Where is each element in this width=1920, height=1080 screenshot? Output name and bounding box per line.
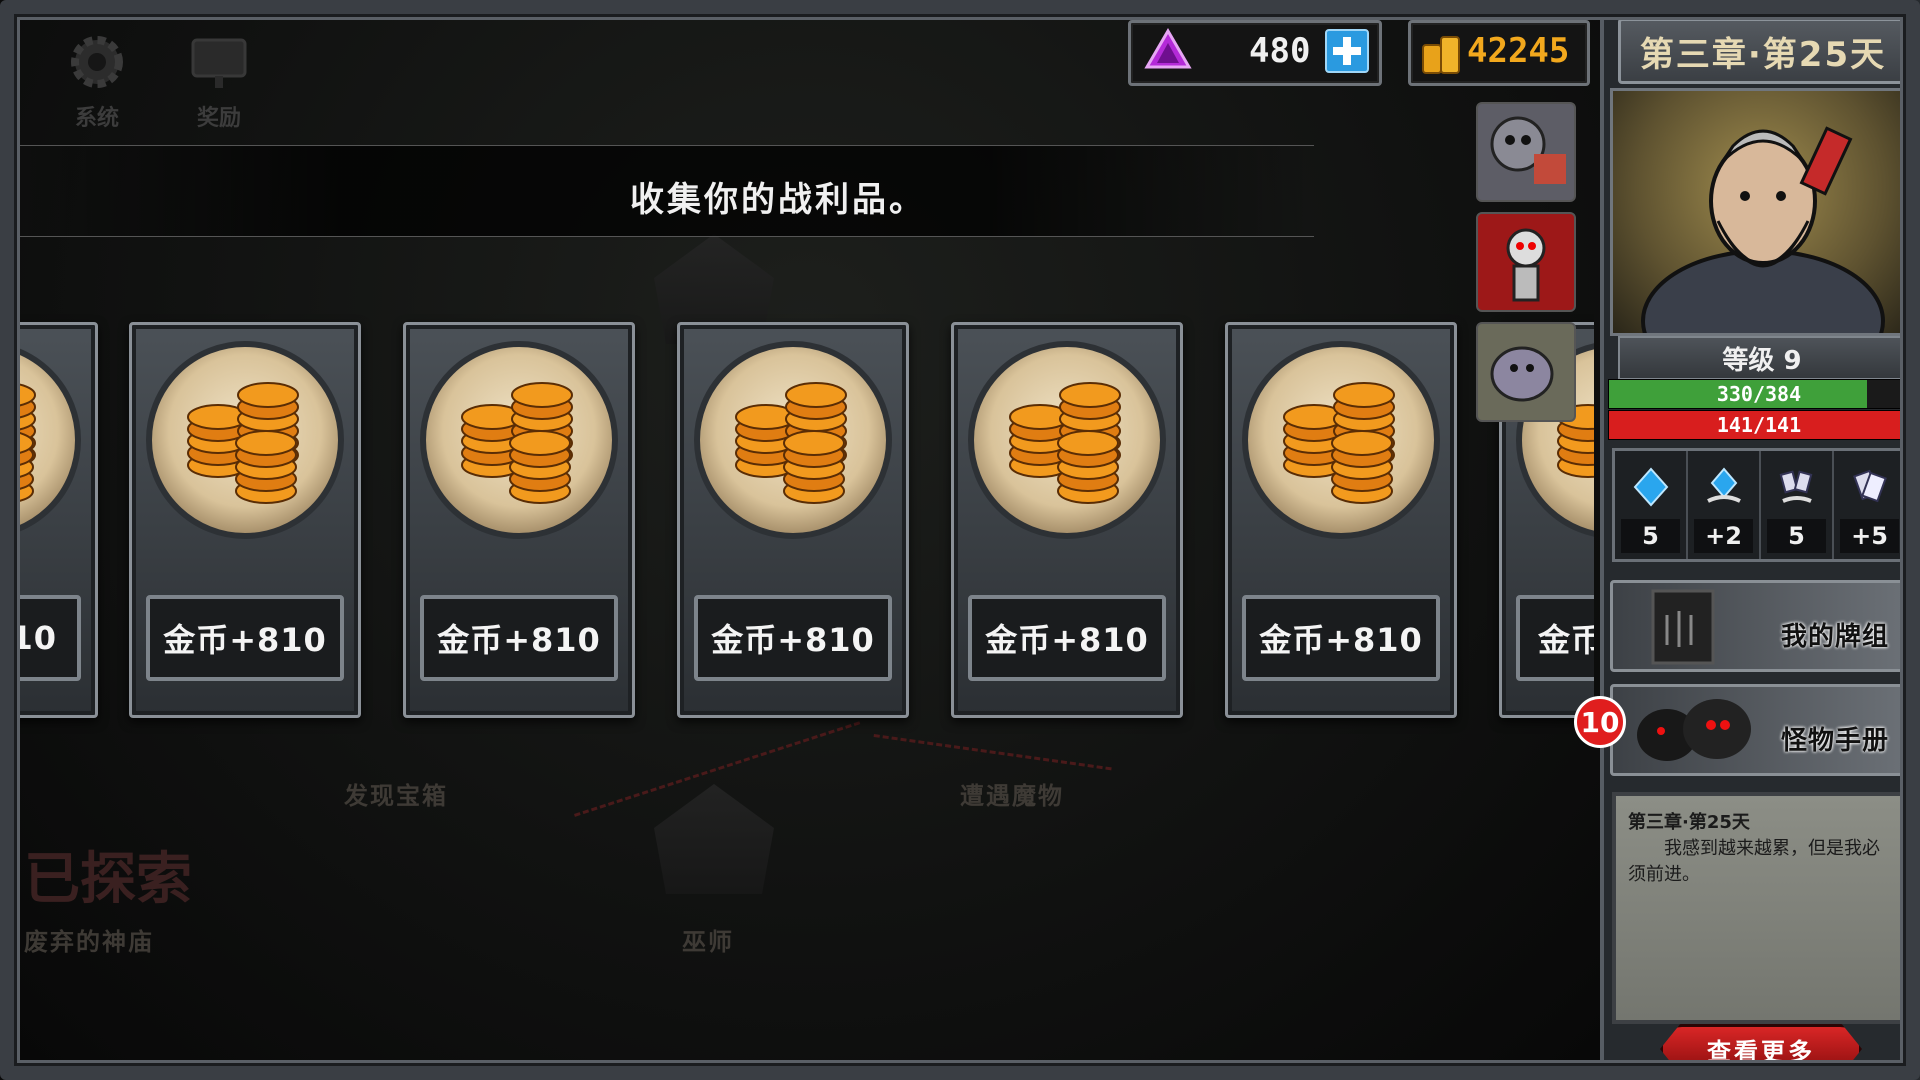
loot-card-label: 金币+810 (694, 595, 892, 681)
coin-stack-icon (187, 382, 299, 504)
hero-level: 等级 9 (1618, 336, 1906, 380)
loot-card-label: 金币+810 (420, 595, 618, 681)
coin-stack-icon (14, 382, 36, 504)
journal-text: 我感到越来越累，但是我必须前进。 (1628, 838, 1880, 885)
stat-card-draw[interactable]: +5 (1834, 451, 1905, 559)
journal-panel: 第三章·第25天 我感到越来越累，但是我必须前进。 (1612, 792, 1908, 1024)
xp-bar: 330/384 (1608, 379, 1910, 409)
xp-text: 330/384 (1716, 382, 1802, 406)
loot-card-label: 金币+810 (146, 595, 344, 681)
stat-energy[interactable]: 5 (1615, 451, 1688, 559)
gold-medal-icon (968, 341, 1166, 539)
hp-bar: 141/141 (1608, 410, 1910, 440)
warrior-portrait-icon (1641, 126, 1885, 333)
red-demon-icon (1506, 228, 1546, 302)
hp-text: 141/141 (1716, 413, 1802, 437)
loot-card-label: 10 (14, 595, 81, 681)
stat-value: +5 (1840, 519, 1899, 553)
blue-diamond-icon (1633, 467, 1668, 507)
enemy-portrait-2[interactable] (1476, 212, 1576, 312)
ghoul-icon (1490, 346, 1554, 402)
hand-cards-icon (1779, 470, 1812, 503)
stat-value: 5 (1767, 519, 1826, 553)
loot-card[interactable]: 金币+810 (129, 322, 361, 718)
stat-value: +2 (1694, 519, 1753, 553)
enemy-portrait-1[interactable] (1476, 102, 1576, 202)
coin-stack-icon (461, 382, 573, 504)
gold-medal-icon (420, 341, 618, 539)
loot-cards: 10 金币+810 金币+810 金币+810 金币+810 金币+810 金币 (14, 0, 1594, 1080)
monster-count-badge: 10 (1574, 696, 1626, 748)
my-deck-label: 我的牌组 (1780, 622, 1889, 652)
chapter-title: 第三章·第25天 (1618, 18, 1908, 84)
loot-card[interactable]: 金币+810 (403, 322, 635, 718)
skull-creature-icon (1490, 116, 1566, 184)
loot-card-label: 金币+810 (1242, 595, 1440, 681)
hero-portrait[interactable] (1610, 88, 1910, 336)
stat-grid: 5 +2 5 +5 (1612, 448, 1908, 562)
stat-energy-regen[interactable]: +2 (1688, 451, 1761, 559)
loot-card[interactable]: 金币+810 (677, 322, 909, 718)
loot-card-label: 金币 (1516, 595, 1594, 681)
stat-hand-size[interactable]: 5 (1761, 451, 1834, 559)
monster-book-label: 怪物手册 (1780, 726, 1889, 756)
coin-stack-icon (1009, 382, 1121, 504)
journal-title: 第三章·第25天 (1628, 812, 1750, 833)
monster-horde-icon (1637, 699, 1751, 761)
coin-stack-icon (735, 382, 847, 504)
loot-card[interactable]: 金币+810 (1225, 322, 1457, 718)
hand-diamond-icon (1706, 467, 1741, 503)
loot-card[interactable]: 金币+810 (951, 322, 1183, 718)
monster-book-button[interactable]: 怪物手册 (1610, 684, 1906, 776)
gold-medal-icon (1242, 341, 1440, 539)
my-deck-button[interactable]: 我的牌组 (1610, 580, 1906, 672)
loot-card-label: 金币+810 (968, 595, 1166, 681)
coin-stack-icon (1283, 382, 1395, 504)
deck-book-icon (1651, 589, 1715, 665)
gold-medal-icon (146, 341, 344, 539)
loot-card[interactable]: 10 (14, 322, 98, 718)
cards-icon (1852, 469, 1887, 503)
see-more-button[interactable]: 查看更多 (1660, 1024, 1862, 1074)
gold-medal-icon (694, 341, 892, 539)
gold-medal-icon (14, 341, 81, 539)
stat-value: 5 (1621, 519, 1680, 553)
enemy-portrait-3[interactable] (1476, 322, 1576, 422)
